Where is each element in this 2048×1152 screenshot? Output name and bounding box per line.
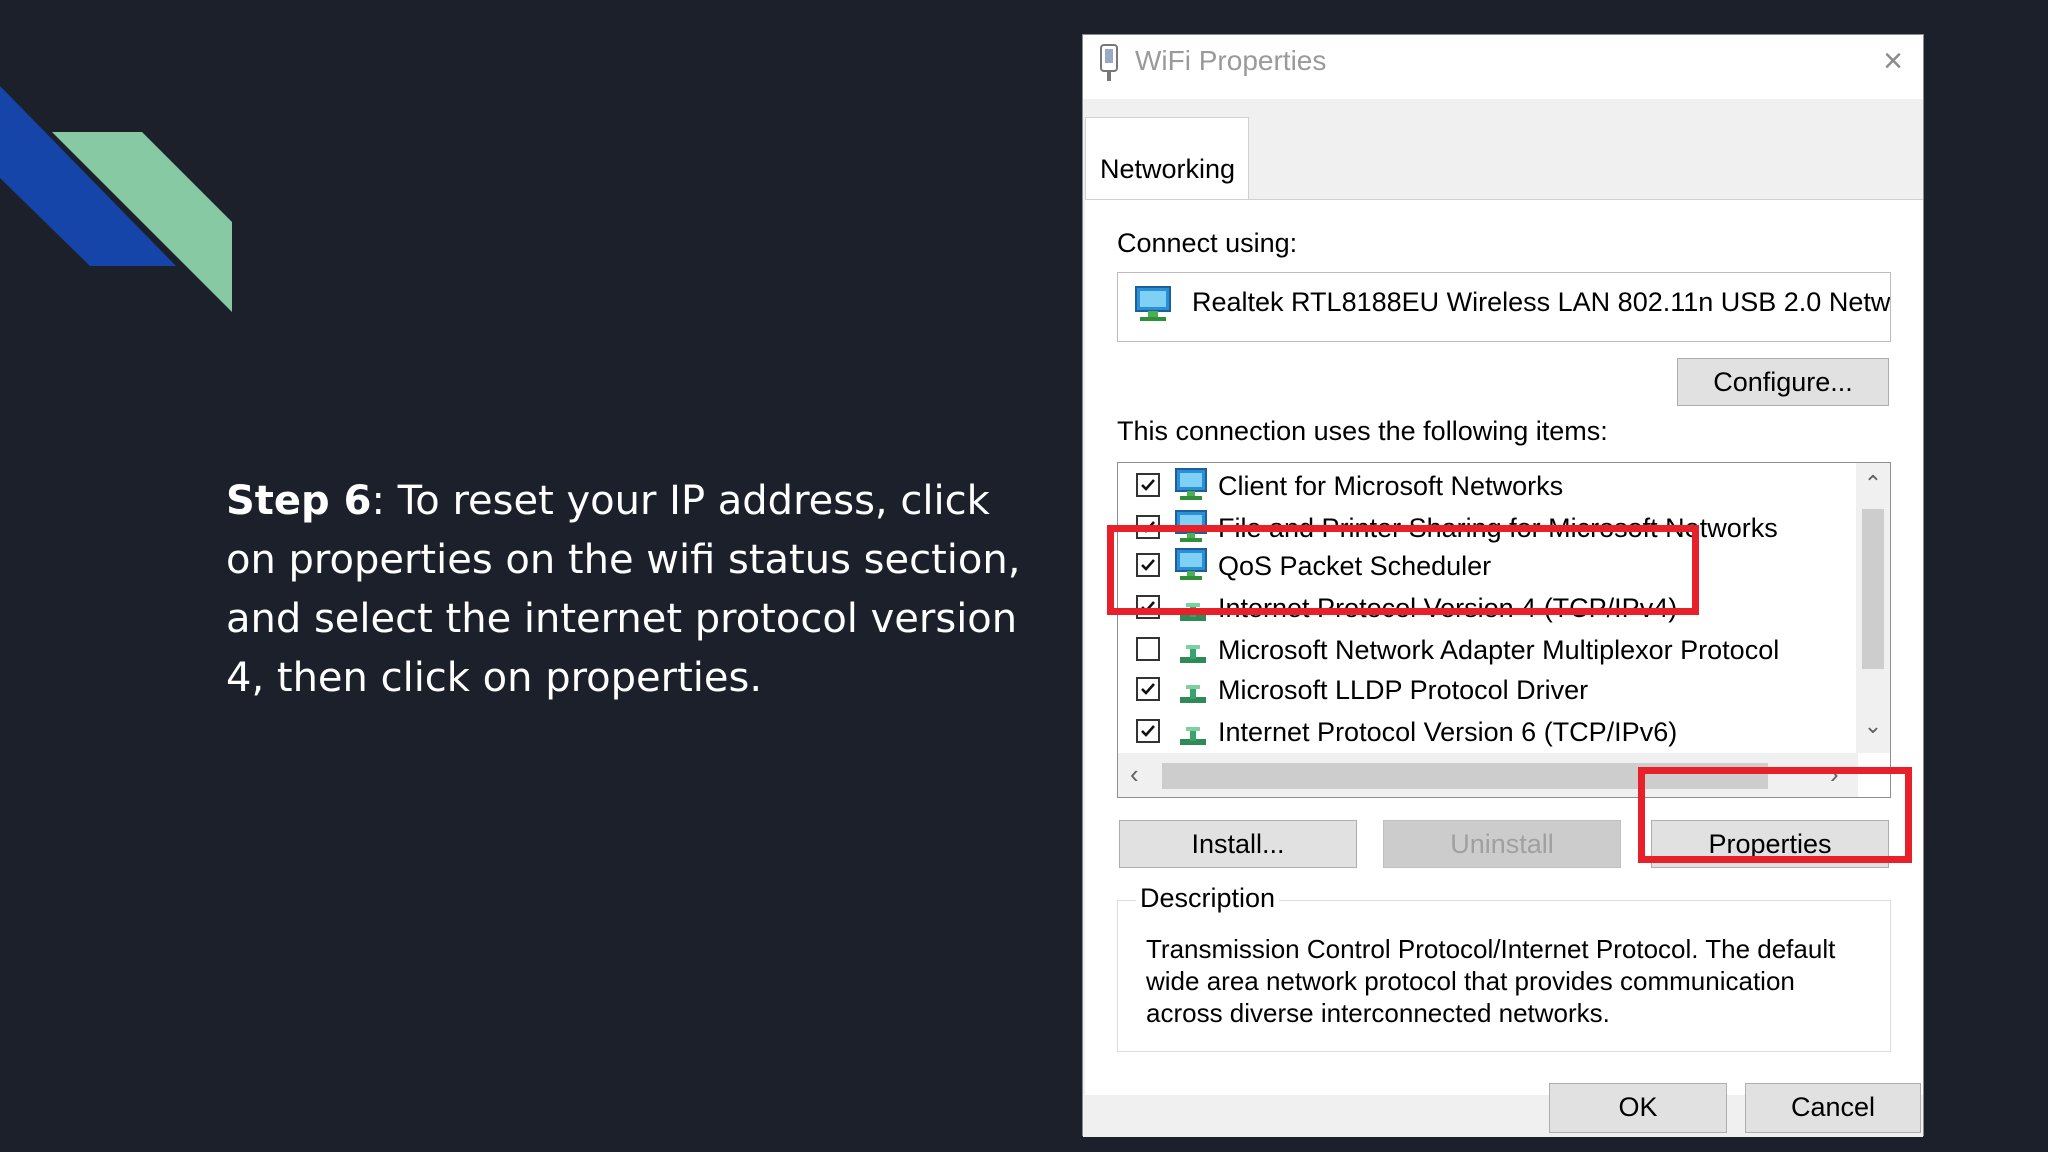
network-client-icon: [1174, 467, 1212, 510]
title-bar: WiFi Properties ×: [1083, 35, 1923, 99]
item-checkbox[interactable]: [1136, 637, 1160, 661]
scroll-left-icon[interactable]: ‹: [1130, 759, 1139, 790]
scroll-up-icon[interactable]: ⌃: [1856, 471, 1890, 497]
step-instructions: Step 6: To reset your IP address, click …: [226, 472, 1046, 708]
item-label: Client for Microsoft Networks: [1218, 471, 1564, 501]
checkmark-icon: [1141, 683, 1155, 695]
item-checkbox[interactable]: [1136, 677, 1160, 701]
description-group: Description Transmission Control Protoco…: [1117, 883, 1891, 1052]
configure-button[interactable]: Configure...: [1677, 358, 1889, 406]
adapter-monitor-icon: [1135, 286, 1171, 321]
uninstall-button[interactable]: Uninstall: [1383, 820, 1621, 868]
adapter-field: Realtek RTL8188EU Wireless LAN 802.11n U…: [1117, 272, 1891, 342]
item-checkbox[interactable]: [1136, 473, 1160, 497]
checkmark-icon: [1141, 725, 1155, 737]
step-label: Step 6: [226, 478, 372, 524]
list-item[interactable]: Client for Microsoft Networks: [1118, 467, 1838, 507]
checkmark-icon: [1141, 479, 1155, 491]
wifi-properties-dialog: WiFi Properties × Networking Connect usi…: [1082, 34, 1924, 1137]
protocol-icon: [1174, 631, 1210, 672]
scroll-down-icon[interactable]: ⌄: [1856, 713, 1890, 739]
networking-panel: Connect using: Realtek RTL8188EU Wireles…: [1085, 199, 1923, 1095]
list-item[interactable]: Microsoft LLDP Protocol Driver: [1118, 671, 1838, 711]
item-label: Microsoft Network Adapter Multiplexor Pr…: [1218, 635, 1780, 665]
ipv4-highlight: [1107, 525, 1699, 615]
vertical-scrollbar[interactable]: ⌃ ⌄: [1856, 463, 1890, 753]
close-icon[interactable]: ×: [1873, 39, 1913, 83]
list-item[interactable]: Internet Protocol Version 6 (TCP/IPv6): [1118, 713, 1838, 753]
description-text: Transmission Control Protocol/Internet P…: [1146, 934, 1836, 1028]
protocol-icon: [1174, 671, 1210, 712]
item-label: Internet Protocol Version 6 (TCP/IPv6): [1218, 717, 1678, 747]
item-label: Microsoft LLDP Protocol Driver: [1218, 675, 1589, 705]
connect-using-label: Connect using:: [1117, 228, 1298, 258]
decorative-stripes: [0, 86, 232, 312]
items-list[interactable]: Client for Microsoft Networks File and Pr…: [1117, 462, 1891, 798]
item-checkbox[interactable]: [1136, 719, 1160, 743]
list-item[interactable]: Microsoft Network Adapter Multiplexor Pr…: [1118, 631, 1838, 671]
items-label: This connection uses the following items…: [1117, 416, 1608, 446]
ok-button[interactable]: OK: [1549, 1083, 1727, 1133]
tab-networking[interactable]: Networking: [1085, 117, 1249, 201]
network-adapter-icon: [1100, 44, 1118, 81]
install-button[interactable]: Install...: [1119, 820, 1357, 868]
tab-strip: Networking: [1083, 117, 1923, 201]
protocol-icon: [1174, 713, 1210, 754]
cancel-button[interactable]: Cancel: [1745, 1083, 1921, 1133]
dialog-title: WiFi Properties: [1135, 45, 1327, 76]
vertical-scroll-thumb[interactable]: [1862, 509, 1884, 669]
description-label: Description: [1136, 883, 1280, 914]
properties-highlight: [1638, 767, 1912, 863]
adapter-name: Realtek RTL8188EU Wireless LAN 802.11n U…: [1192, 287, 1891, 317]
tab-networking-label: Networking: [1100, 154, 1236, 184]
